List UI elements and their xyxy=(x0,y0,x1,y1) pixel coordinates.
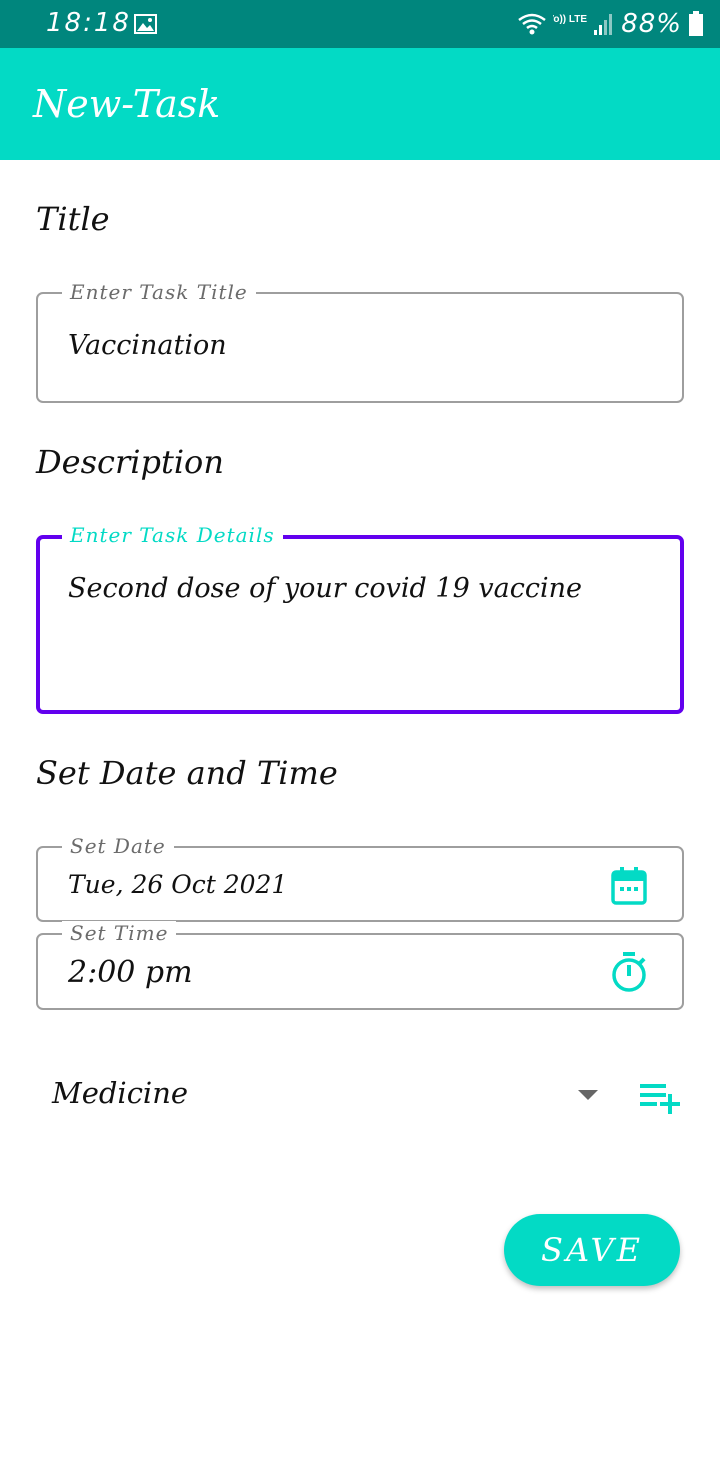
task-details-value: Second dose of your covid 19 vaccine xyxy=(68,573,582,604)
task-title-value: Vaccination xyxy=(68,330,227,361)
timer-icon[interactable] xyxy=(610,951,648,993)
wifi-icon xyxy=(518,13,546,35)
playlist-add-icon[interactable] xyxy=(636,1080,682,1116)
time-label: Set Time xyxy=(62,921,177,945)
datetime-heading: Set Date and Time xyxy=(36,754,338,792)
save-button[interactable]: SAVE xyxy=(504,1214,680,1286)
status-bar: 18:18 Vo)) LTE1 88% xyxy=(0,0,720,48)
svg-text:Vo)) LTE1: Vo)) LTE1 xyxy=(553,14,587,25)
task-details-label: Enter Task Details xyxy=(62,523,283,547)
status-indicators: Vo)) LTE1 88% xyxy=(517,8,704,40)
signal-icon xyxy=(594,14,613,35)
category-dropdown[interactable]: Medicine xyxy=(36,1060,616,1130)
page-title: New-Task xyxy=(33,82,221,126)
gallery-icon xyxy=(134,14,157,34)
status-time: 18:18 xyxy=(46,8,131,38)
date-field[interactable]: Set Date Tue, 26 Oct 2021 xyxy=(36,834,684,922)
date-value: Tue, 26 Oct 2021 xyxy=(68,870,288,899)
task-title-field[interactable]: Enter Task Title Vaccination xyxy=(36,280,684,403)
task-title-label: Enter Task Title xyxy=(62,280,256,304)
description-heading: Description xyxy=(36,443,224,481)
time-field[interactable]: Set Time 2:00 pm xyxy=(36,921,684,1010)
task-details-field[interactable]: Enter Task Details Second dose of your c… xyxy=(36,523,684,714)
title-heading: Title xyxy=(36,200,110,238)
battery-icon xyxy=(689,11,703,36)
date-label: Set Date xyxy=(62,834,174,858)
calendar-icon[interactable] xyxy=(610,866,648,906)
category-selected-value: Medicine xyxy=(52,1076,189,1110)
battery-percentage: 88% xyxy=(621,9,682,39)
app-bar: New-Task xyxy=(0,48,720,160)
time-value: 2:00 pm xyxy=(68,955,193,990)
dropdown-arrow-icon xyxy=(578,1090,598,1100)
lte-icon: Vo)) LTE1 xyxy=(553,14,587,25)
